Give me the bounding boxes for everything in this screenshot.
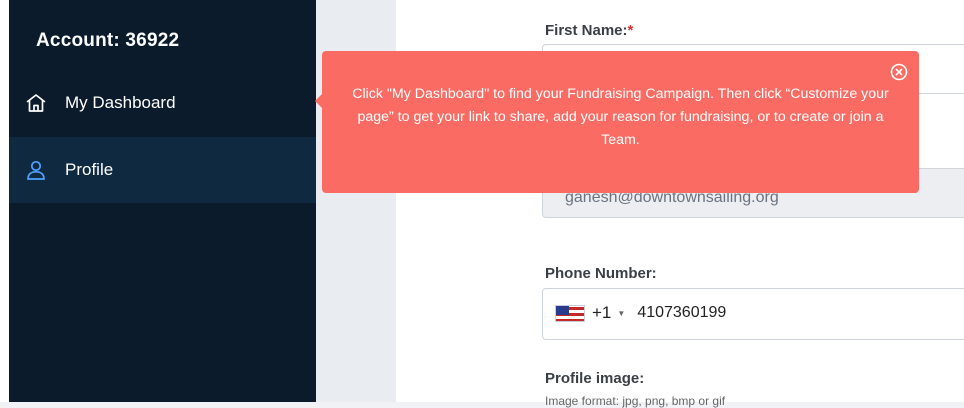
left-edge-strip (0, 0, 9, 402)
phone-number-label: Phone Number: (545, 265, 657, 282)
flag-canton (556, 305, 569, 315)
required-marker: * (627, 22, 634, 39)
account-label: Account: 36922 (36, 30, 180, 51)
sidebar-item-label: Profile (65, 160, 114, 179)
sidebar: Account: 36922 My Dashboard Profile (9, 0, 316, 402)
tooltip-arrow (315, 94, 322, 108)
home-icon (23, 90, 49, 116)
sidebar-item-profile[interactable]: Profile (9, 137, 316, 203)
country-code[interactable]: +1 (592, 303, 611, 323)
us-flag-icon[interactable] (555, 304, 585, 322)
phone-field[interactable]: +1 ▼ 4107360199 (542, 288, 964, 340)
close-circle-icon[interactable] (890, 63, 908, 81)
phone-number-value: 4107360199 (637, 304, 727, 321)
flag-stripe (556, 318, 584, 321)
first-name-label-text: First Name: (545, 22, 628, 39)
sidebar-item-label: My Dashboard (65, 93, 176, 112)
sidebar-item-my-dashboard[interactable]: My Dashboard (9, 70, 316, 136)
tooltip-text: Click "My Dashboard" to find your Fundra… (352, 86, 889, 148)
first-name-label: First Name:* (545, 22, 633, 39)
profile-image-hint: Image format: jpg, png, bmp or gif (545, 394, 726, 408)
onboarding-tooltip: Click "My Dashboard" to find your Fundra… (322, 51, 919, 193)
profile-image-label: Profile image: (545, 370, 645, 387)
chevron-down-icon[interactable]: ▼ (617, 309, 625, 318)
user-icon (23, 157, 49, 183)
phone-field-content: +1 ▼ 4107360199 (555, 303, 726, 323)
